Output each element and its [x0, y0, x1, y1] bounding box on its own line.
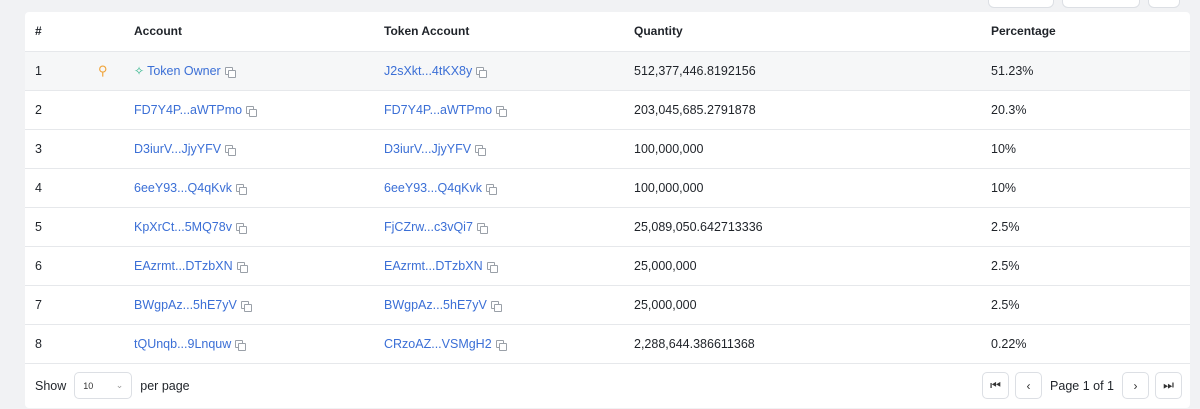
account-link[interactable]: Token Owner [147, 64, 221, 78]
quantity-cell: 203,045,685.2791878 [634, 90, 991, 130]
table-header-row: # Account Token Account Quantity Percent… [25, 12, 1190, 52]
copy-icon[interactable] [496, 105, 508, 117]
percentage-cell: 0.22% [991, 324, 1190, 364]
table-row: 3 D3iurV...JjyYFV D3iurV...JjyYFV 100,00… [25, 129, 1190, 169]
percentage-cell: 20.3% [991, 90, 1190, 130]
token-account-link[interactable]: J2sXkt...4tKX8y [384, 64, 472, 78]
token-account-link[interactable]: 6eeY93...Q4qKvk [384, 181, 482, 195]
holders-table-card: # Account Token Account Quantity Percent… [25, 12, 1190, 408]
row-index: 6 [25, 246, 98, 286]
copy-icon[interactable] [485, 183, 497, 195]
quantity-cell: 25,089,050.642713336 [634, 207, 991, 247]
top-toolbar [988, 0, 1180, 8]
account-link[interactable]: D3iurV...JjyYFV [134, 142, 221, 156]
page-size-select[interactable]: 10 ⌄ [74, 372, 133, 399]
row-index: 2 [25, 90, 98, 130]
copy-icon[interactable] [486, 261, 498, 273]
copy-icon[interactable] [246, 105, 258, 117]
row-index: 4 [25, 168, 98, 208]
toolbar-button[interactable] [1062, 0, 1140, 8]
copy-icon[interactable] [236, 261, 248, 273]
copy-icon[interactable] [235, 339, 247, 351]
per-page-label: per page [140, 378, 190, 393]
first-page-button[interactable]: ⏮ [982, 372, 1010, 399]
table-row: 5 KpXrCt...5MQ78v FjCZrw...c3vQi7 25,089… [25, 207, 1190, 247]
show-label: Show [35, 378, 67, 393]
copy-icon[interactable] [235, 222, 247, 234]
holders-table: # Account Token Account Quantity Percent… [25, 12, 1190, 364]
sparkle-icon: ✧ [134, 63, 145, 78]
row-index: 5 [25, 207, 98, 247]
last-page-icon: ⏭ [1163, 378, 1174, 392]
first-page-icon: ⏮ [990, 378, 1001, 392]
pagination: ⏮ ‹ Page 1 of 1 › ⏭ [982, 372, 1182, 399]
copy-icon[interactable] [475, 144, 487, 156]
chevron-down-icon: ⌄ [115, 380, 124, 390]
row-index: 1 [25, 51, 98, 91]
table-row: 7 BWgpAz...5hE7yV BWgpAz...5hE7yV 25,000… [25, 285, 1190, 325]
copy-icon[interactable] [476, 222, 488, 234]
token-account-link[interactable]: FD7Y4P...aWTPmo [384, 103, 492, 117]
owner-user-icon: ⚲ [98, 62, 108, 78]
table-row: 2 FD7Y4P...aWTPmo FD7Y4P...aWTPmo 203,04… [25, 90, 1190, 130]
percentage-cell: 2.5% [991, 285, 1190, 325]
col-header-token-account[interactable]: Token Account [384, 12, 634, 52]
chevron-right-icon: › [1133, 378, 1138, 393]
copy-icon[interactable] [225, 144, 237, 156]
percentage-cell: 2.5% [991, 246, 1190, 286]
copy-icon[interactable] [224, 66, 236, 78]
quantity-cell: 25,000,000 [634, 285, 991, 325]
toolbar-button[interactable] [1148, 0, 1180, 8]
next-page-button[interactable]: › [1122, 372, 1149, 399]
token-account-link[interactable]: EAzrmt...DTzbXN [384, 259, 483, 273]
token-account-link[interactable]: D3iurV...JjyYFV [384, 142, 471, 156]
quantity-cell: 25,000,000 [634, 246, 991, 286]
quantity-cell: 100,000,000 [634, 129, 991, 169]
percentage-cell: 2.5% [991, 207, 1190, 247]
table-row: 8 tQUnqb...9Lnquw CRzoAZ...VSMgH2 2,288,… [25, 324, 1190, 364]
col-header-icon [98, 12, 134, 52]
copy-icon[interactable] [240, 300, 252, 312]
percentage-cell: 10% [991, 168, 1190, 208]
account-link[interactable]: FD7Y4P...aWTPmo [134, 103, 242, 117]
prev-page-button[interactable]: ‹ [1015, 372, 1043, 399]
table-row: 6 EAzrmt...DTzbXN EAzrmt...DTzbXN 25,000… [25, 246, 1190, 286]
col-header-account[interactable]: Account [134, 12, 384, 52]
copy-icon[interactable] [235, 183, 247, 195]
row-index: 7 [25, 285, 98, 325]
account-link[interactable]: KpXrCt...5MQ78v [134, 220, 232, 234]
copy-icon[interactable] [490, 300, 502, 312]
copy-icon[interactable] [495, 339, 507, 351]
token-account-link[interactable]: FjCZrw...c3vQi7 [384, 220, 473, 234]
quantity-cell: 2,288,644.386611368 [634, 324, 991, 364]
chevron-left-icon: ‹ [1026, 378, 1031, 393]
account-link[interactable]: EAzrmt...DTzbXN [134, 259, 233, 273]
row-index: 3 [25, 129, 98, 169]
account-link[interactable]: tQUnqb...9Lnquw [134, 337, 231, 351]
account-link[interactable]: BWgpAz...5hE7yV [134, 298, 237, 312]
table-footer: Show 10 ⌄ per page ⏮ ‹ Page 1 of 1 › ⏭ [25, 363, 1190, 408]
page-size-control: Show 10 ⌄ per page [35, 372, 190, 399]
col-header-percentage[interactable]: Percentage [991, 12, 1190, 52]
page-info: Page 1 of 1 [1050, 378, 1114, 393]
table-row: 4 6eeY93...Q4qKvk 6eeY93...Q4qKvk 100,00… [25, 168, 1190, 208]
account-link[interactable]: 6eeY93...Q4qKvk [134, 181, 232, 195]
col-header-index: # [25, 12, 98, 52]
toolbar-button[interactable] [988, 0, 1054, 8]
page-size-value: 10 [83, 380, 94, 391]
table-row: 1 ⚲ ✧ Token Owner J2sXkt...4tKX8y 512,377… [25, 51, 1190, 91]
token-account-link[interactable]: CRzoAZ...VSMgH2 [384, 337, 492, 351]
percentage-cell: 10% [991, 129, 1190, 169]
token-account-link[interactable]: BWgpAz...5hE7yV [384, 298, 487, 312]
row-index: 8 [25, 324, 98, 364]
quantity-cell: 512,377,446.8192156 [634, 51, 991, 91]
col-header-quantity[interactable]: Quantity [634, 12, 991, 52]
last-page-button[interactable]: ⏭ [1155, 372, 1182, 399]
copy-icon[interactable] [476, 66, 488, 78]
percentage-cell: 51.23% [991, 51, 1190, 91]
quantity-cell: 100,000,000 [634, 168, 991, 208]
